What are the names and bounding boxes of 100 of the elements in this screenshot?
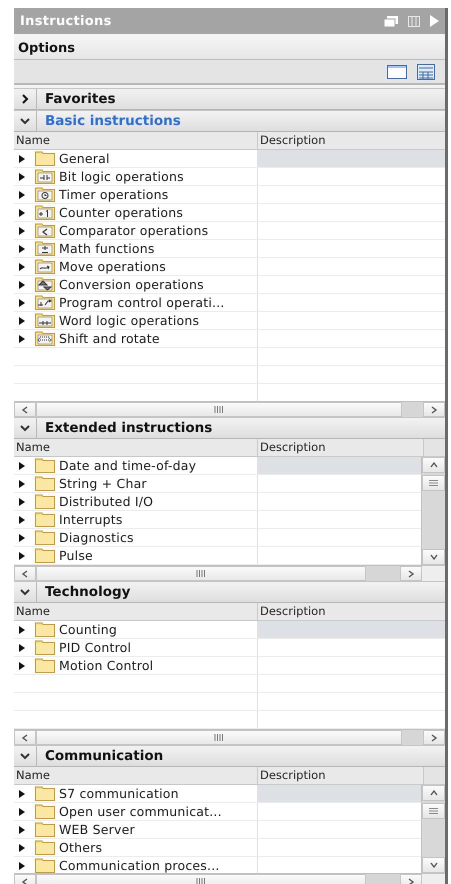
folder-icon xyxy=(35,658,55,673)
folder-icon xyxy=(35,622,55,637)
grip-icon xyxy=(196,570,206,577)
expand-arrow-icon[interactable] xyxy=(19,190,25,198)
expand-arrow-icon[interactable] xyxy=(19,244,25,252)
tree-item[interactable]: Math functions xyxy=(59,241,155,256)
scroll-left-icon xyxy=(21,406,29,414)
chevron-down-icon[interactable] xyxy=(20,116,30,126)
folder-icon xyxy=(35,494,55,509)
tree-item[interactable]: WEB Server xyxy=(59,822,135,837)
tree-item[interactable]: Communication proces... xyxy=(59,858,220,873)
panel-title: Instructions xyxy=(20,14,113,28)
expand-arrow-icon[interactable] xyxy=(19,154,25,162)
tree-item[interactable]: Pulse xyxy=(59,548,93,563)
expand-arrow-icon[interactable] xyxy=(19,462,25,470)
expand-arrow-icon[interactable] xyxy=(19,280,25,288)
expand-arrow-icon[interactable] xyxy=(19,262,25,270)
scroll-right-icon xyxy=(430,734,438,742)
folder-icon xyxy=(35,530,55,545)
chevron-down-icon[interactable] xyxy=(20,587,30,597)
grip-icon xyxy=(429,808,438,814)
expand-arrow-icon[interactable] xyxy=(19,662,25,670)
expand-arrow-icon[interactable] xyxy=(19,790,25,798)
expand-arrow-icon[interactable] xyxy=(19,172,25,180)
expand-arrow-icon[interactable] xyxy=(19,844,25,852)
section-header[interactable]: Technology xyxy=(14,581,445,603)
section-header[interactable]: Favorites xyxy=(14,88,445,110)
expand-arrow-icon[interactable] xyxy=(19,644,25,652)
horizontal-scrollbar[interactable] xyxy=(14,729,445,745)
tree-item[interactable]: General xyxy=(59,151,110,166)
expand-arrow-icon[interactable] xyxy=(19,480,25,488)
tree-item[interactable]: Counting xyxy=(59,622,118,637)
expand-arrow-icon[interactable] xyxy=(19,226,25,234)
section-header[interactable]: Basic instructions xyxy=(14,110,445,132)
expand-arrow-icon[interactable] xyxy=(19,534,25,542)
horizontal-scrollbar[interactable] xyxy=(14,401,445,417)
chevron-down-icon[interactable] xyxy=(20,423,30,433)
scroll-left-icon xyxy=(21,878,29,884)
folder-icon xyxy=(35,476,55,491)
tree-item[interactable]: Move operations xyxy=(59,259,166,274)
horizontal-scrollbar[interactable] xyxy=(14,565,445,581)
expand-arrow-icon[interactable] xyxy=(19,498,25,506)
tree-item[interactable]: Diagnostics xyxy=(59,530,134,545)
expand-arrow-icon[interactable] xyxy=(19,552,25,560)
scroll-right-icon xyxy=(430,406,438,414)
tree-item[interactable]: Timer operations xyxy=(59,187,168,202)
tree-item[interactable]: Program control operati... xyxy=(59,295,225,310)
tree-item[interactable]: Distributed I/O xyxy=(59,494,154,509)
folder-icon xyxy=(35,858,55,873)
column-header[interactable]: Name xyxy=(14,439,258,456)
expand-arrow-icon[interactable] xyxy=(19,208,25,216)
tree-item[interactable]: Interrupts xyxy=(59,512,123,527)
folder-icon xyxy=(35,822,55,837)
vertical-scrollbar[interactable] xyxy=(421,457,445,565)
expand-arrow-icon[interactable] xyxy=(19,516,25,524)
tree-item[interactable]: Shift and rotate xyxy=(59,331,160,346)
grip-icon xyxy=(214,406,224,413)
chevron-right-icon[interactable] xyxy=(20,94,30,104)
scroll-up-icon xyxy=(430,789,438,797)
scroll-left-icon xyxy=(21,734,29,742)
tree-item[interactable]: Bit logic operations xyxy=(59,169,184,184)
tree-item[interactable]: Comparator operations xyxy=(59,223,208,238)
column-header[interactable]: Description xyxy=(258,132,445,149)
chevron-down-icon[interactable] xyxy=(20,751,30,761)
scroll-down-icon xyxy=(430,553,438,561)
column-header[interactable]: Name xyxy=(14,603,258,620)
expand-arrow-icon[interactable] xyxy=(19,808,25,816)
tree-item[interactable]: Motion Control xyxy=(59,658,154,673)
column-header[interactable]: Name xyxy=(14,132,258,149)
table-view-icon[interactable] xyxy=(417,64,435,80)
column-header[interactable]: Name xyxy=(14,767,258,784)
folder-icon xyxy=(35,151,55,166)
tree-item[interactable]: Word logic operations xyxy=(59,313,200,328)
expand-arrow-icon[interactable] xyxy=(19,862,25,870)
section-header[interactable]: Extended instructions xyxy=(14,417,445,439)
tree-item[interactable]: Open user communicat... xyxy=(59,804,222,819)
tree-item[interactable]: PID Control xyxy=(59,640,132,655)
scroll-right-icon xyxy=(407,570,415,578)
scroll-up-icon xyxy=(430,461,438,469)
tree-item[interactable]: Conversion operations xyxy=(59,277,204,292)
folder-icon xyxy=(35,548,55,563)
tree-item[interactable]: Date and time-of-day xyxy=(59,458,196,473)
tree-item[interactable]: S7 communication xyxy=(59,786,179,801)
folder-icon xyxy=(35,786,55,801)
vertical-scrollbar[interactable] xyxy=(421,785,445,873)
folder-icon xyxy=(35,458,55,473)
tree-item[interactable]: String + Char xyxy=(59,476,147,491)
expand-arrow-icon[interactable] xyxy=(19,826,25,834)
scroll-right-icon xyxy=(407,878,415,884)
expand-arrow-icon[interactable] xyxy=(19,334,25,342)
window-view-icon[interactable] xyxy=(387,64,407,78)
tree-item[interactable]: Counter operations xyxy=(59,205,184,220)
expand-arrow-icon[interactable] xyxy=(19,626,25,634)
section-header[interactable]: Communication xyxy=(14,745,445,767)
options-label: Options xyxy=(18,40,75,56)
tree-item[interactable]: Others xyxy=(59,840,102,855)
expand-arrow-icon[interactable] xyxy=(19,298,25,306)
expand-arrow-icon[interactable] xyxy=(19,316,25,324)
scroll-down-icon xyxy=(430,861,438,869)
column-header[interactable]: Description xyxy=(258,603,445,620)
